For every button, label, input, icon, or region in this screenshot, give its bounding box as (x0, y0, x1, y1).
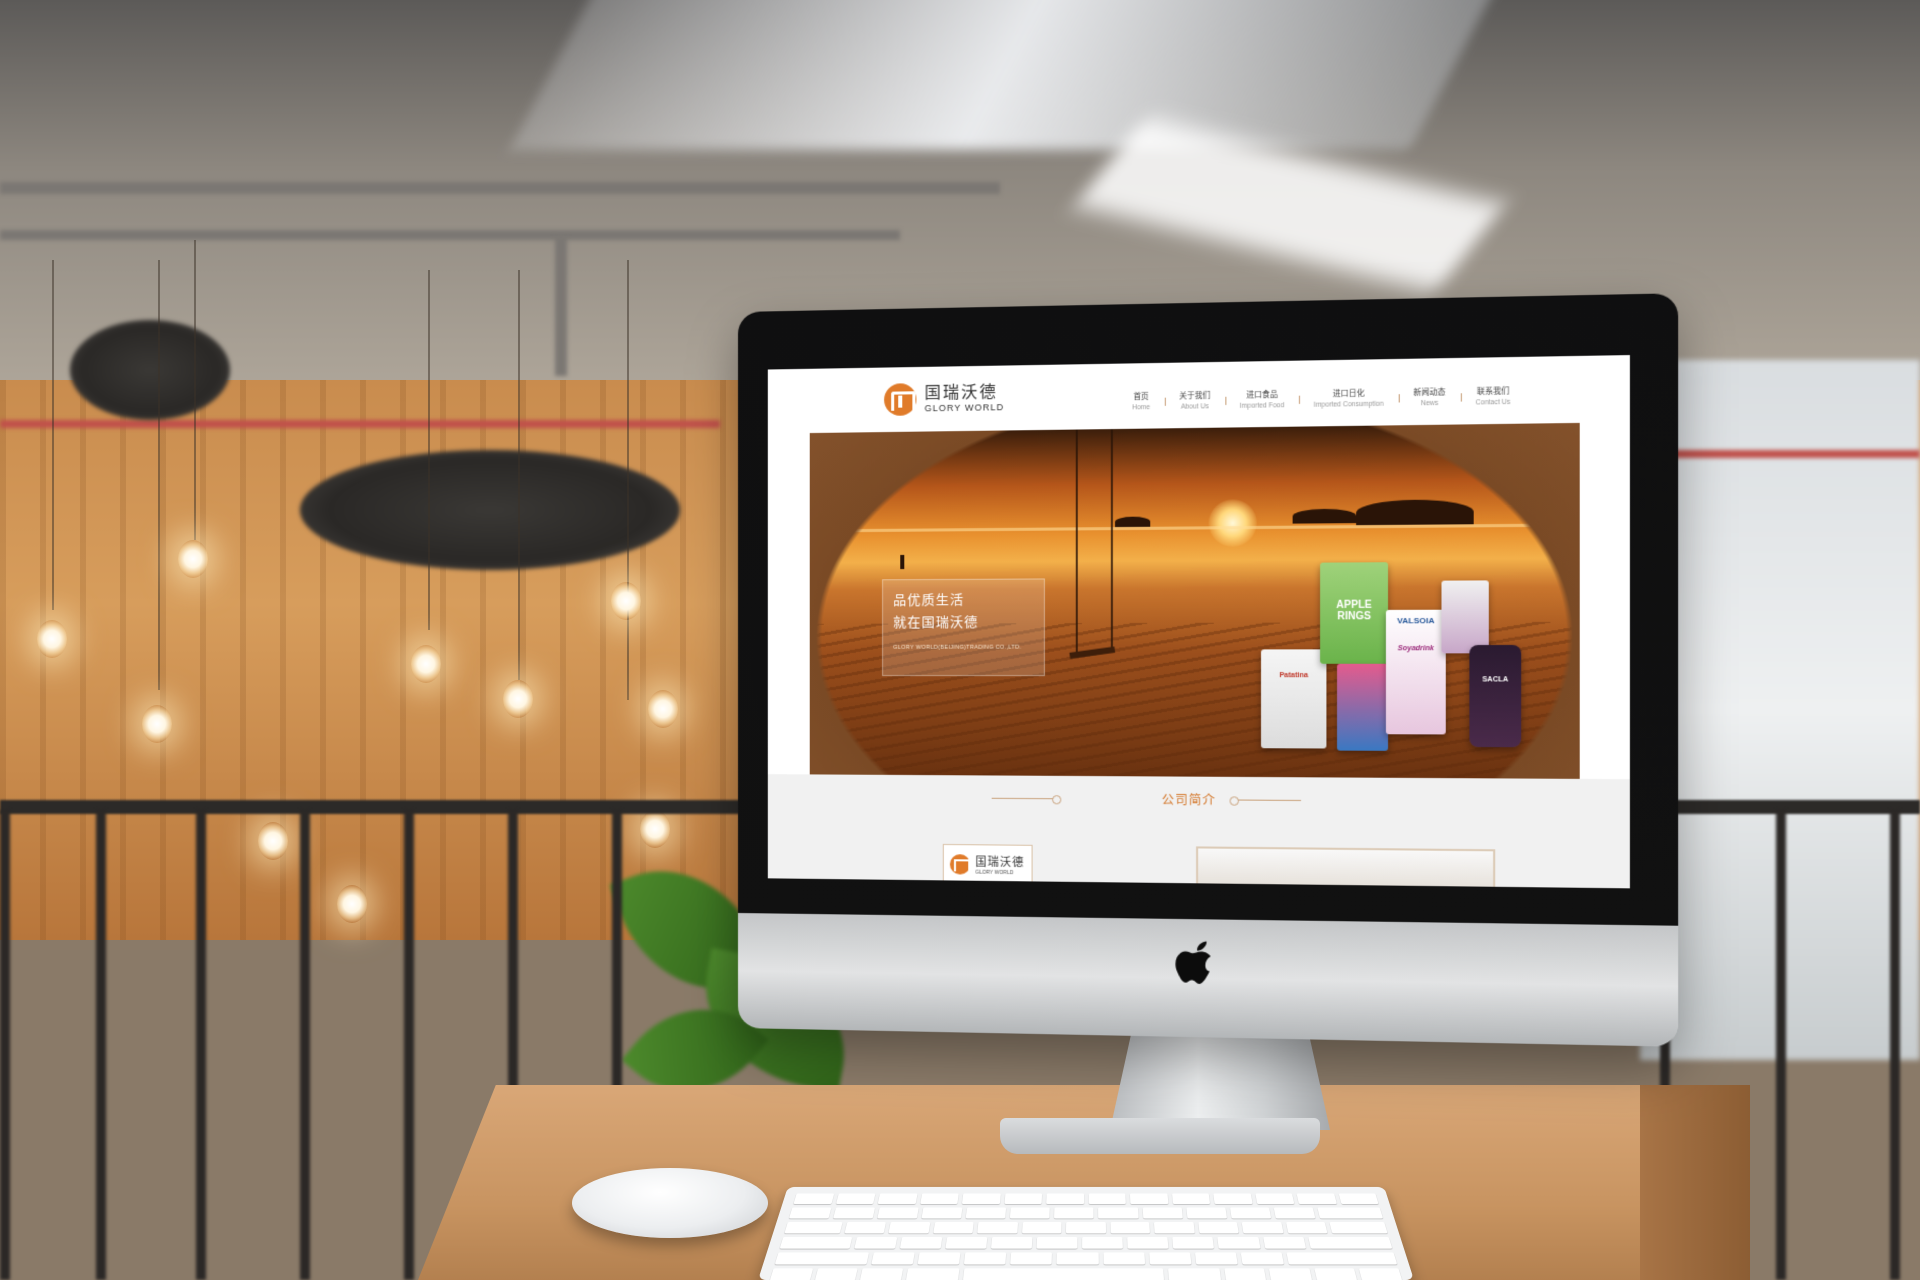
ceiling-fan (300, 450, 680, 570)
keyboard[interactable] (758, 1186, 1414, 1280)
nav-item-news[interactable]: 新闻动态 News (1399, 387, 1461, 410)
wire (627, 260, 629, 700)
glory-world-logo-icon (949, 854, 971, 875)
nav-label-en: Contact Us (1475, 398, 1511, 407)
nav-item-about[interactable]: 关于我们 About Us (1165, 391, 1226, 413)
section-title: 公司简介 (1161, 792, 1216, 808)
nav-label-cn: 首页 (1133, 391, 1149, 402)
monitor-screen: 国瑞沃德 GLORY WORLD 首页 Home 关于我们 About Us 进… (767, 355, 1630, 889)
pipe-red (0, 420, 720, 428)
key-row (793, 1193, 1379, 1205)
product-kids-snack (1337, 663, 1389, 751)
bulb (142, 705, 172, 743)
bulb (37, 620, 67, 658)
product-sacla-jar: SACLA (1469, 644, 1522, 748)
bulb (648, 690, 678, 728)
bulb (503, 680, 533, 718)
ceiling-vent (70, 320, 230, 420)
main-nav: 首页 Home 关于我们 About Us 进口食品 Imported Food… (1118, 386, 1526, 414)
product-label: SACLA (1482, 676, 1509, 684)
railing-bar (0, 810, 10, 1280)
railing-bar (1776, 810, 1786, 1280)
railing-bar (96, 810, 106, 1280)
glory-world-logo-icon (884, 383, 917, 416)
product-apple-rings: APPLE RINGS (1320, 562, 1389, 664)
product-group: Patatina APPLE RINGS VALSOIA Soyadrink S… (1251, 536, 1550, 766)
product-label: Soyadrink (1397, 645, 1434, 653)
nav-item-imported-consumption[interactable]: 进口日化 Imported Consumption (1299, 388, 1399, 411)
bulb (258, 822, 288, 860)
nav-item-contact[interactable]: 联系我们 Contact Us (1461, 386, 1526, 409)
product-box (1441, 580, 1489, 654)
product-valsoia: VALSOIA Soyadrink (1385, 609, 1446, 735)
pipe (0, 182, 1000, 194)
nav-label-en: News (1420, 399, 1439, 408)
logo-name-en: GLORY WORLD (924, 402, 1005, 414)
pipe (0, 230, 900, 240)
key-row (788, 1207, 1384, 1219)
nav-label-en: Imported Food (1239, 402, 1285, 410)
tagline-line-1: 品优质生活 (893, 593, 965, 609)
nav-label-cn: 联系我们 (1476, 386, 1510, 397)
key-row (774, 1252, 1398, 1265)
apple-logo-icon (1175, 940, 1211, 985)
nav-item-home[interactable]: 首页 Home (1118, 392, 1165, 414)
pipe-red (1640, 450, 1920, 458)
nav-label-en: Home (1132, 404, 1151, 412)
product-label: APPLE RINGS (1336, 599, 1372, 623)
card-name-cn: 国瑞沃德 (975, 855, 1025, 870)
wire (52, 260, 54, 610)
ceiling-beam (509, 0, 1511, 150)
intro-logo-card: 国瑞沃德 GLORY WORLD (942, 843, 1033, 886)
nav-label-cn: 关于我们 (1179, 390, 1211, 401)
railing-bar (404, 810, 414, 1280)
card-name-en: GLORY WORLD (975, 869, 1014, 877)
nav-item-imported-food[interactable]: 进口食品 Imported Food (1225, 389, 1299, 412)
key-row (784, 1222, 1388, 1234)
site-logo[interactable]: 国瑞沃德 GLORY WORLD (884, 382, 1004, 416)
product-label: Patatina (1279, 672, 1309, 680)
nav-label-cn: 新闻动态 (1413, 387, 1446, 398)
company-name: GLORY WORLD(BEIJING)TRADING CO.,LTD. (893, 644, 1022, 651)
wire (158, 260, 160, 690)
railing-bar (300, 810, 310, 1280)
key-row (779, 1236, 1393, 1249)
nav-label-en: Imported Consumption (1313, 400, 1384, 409)
magic-mouse[interactable] (572, 1168, 768, 1238)
intro-photo (1196, 846, 1496, 889)
banner-tagline: 品优质生活 就在国瑞沃德 GLORY WORLD(BEIJING)TRADING… (882, 578, 1045, 677)
wire (194, 240, 196, 540)
bulb (640, 810, 670, 848)
railing-bar (196, 810, 206, 1280)
imac-monitor: 国瑞沃德 GLORY WORLD 首页 Home 关于我们 About Us 进… (738, 293, 1679, 1047)
pipe (555, 236, 567, 376)
bulb (611, 582, 641, 620)
hero-banner[interactable]: 品优质生活 就在国瑞沃德 GLORY WORLD(BEIJING)TRADING… (809, 422, 1580, 779)
nav-label-cn: 进口食品 (1246, 389, 1278, 400)
key-row (769, 1268, 1403, 1280)
wire (518, 270, 520, 680)
bulb (411, 645, 441, 683)
nav-label-en: About Us (1180, 403, 1209, 411)
logo-name-cn: 国瑞沃德 (924, 381, 998, 403)
product-label: VALSOIA (1397, 615, 1435, 626)
desk-edge (1640, 1085, 1750, 1280)
bulb (178, 540, 208, 578)
monitor-foot (1000, 1118, 1320, 1154)
bulb (337, 885, 367, 923)
railing-bar (1890, 810, 1900, 1280)
tagline-line-2: 就在国瑞沃德 (893, 615, 979, 631)
site-header: 国瑞沃德 GLORY WORLD 首页 Home 关于我们 About Us 进… (767, 355, 1630, 434)
product-patatina: Patatina (1261, 649, 1327, 749)
wire (428, 270, 430, 630)
company-intro-section: 公司简介 国瑞沃德 GLORY WORLD (767, 774, 1630, 889)
